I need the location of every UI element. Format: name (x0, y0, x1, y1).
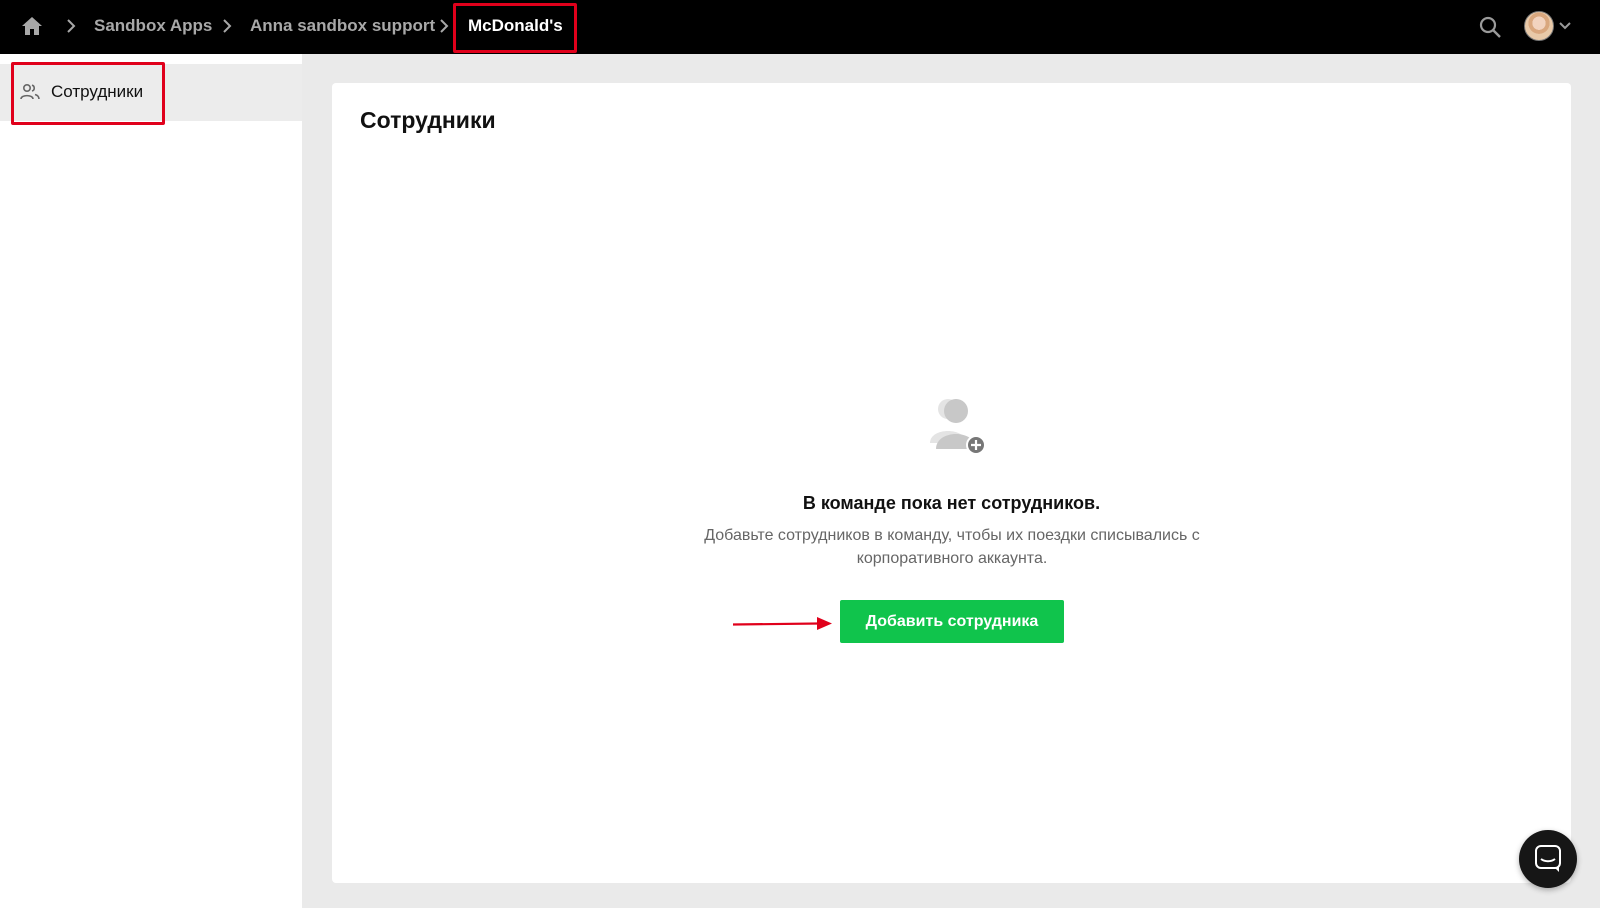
chevron-down-icon[interactable] (1558, 20, 1572, 32)
breadcrumb-current[interactable]: McDonald's (468, 16, 563, 36)
search-icon[interactable] (1478, 15, 1502, 39)
top-bar: Sandbox Apps Anna sandbox support McDona… (0, 0, 1600, 54)
empty-state-title: В команде пока нет сотрудников. (802, 493, 1101, 513)
home-icon[interactable] (20, 14, 44, 38)
page-title: Сотрудники (360, 107, 496, 133)
avatar[interactable] (1524, 11, 1554, 41)
chat-button[interactable] (1519, 830, 1577, 888)
breadcrumb-anna-sandbox-support[interactable]: Anna sandbox support (250, 16, 435, 36)
sidebar-item-label: Сотрудники (51, 82, 144, 101)
add-person-icon (930, 399, 986, 455)
chevron-right-icon (223, 19, 232, 33)
empty-state-description: Добавьте сотрудников в команду, чтобы их… (672, 524, 1232, 570)
chevron-right-icon (67, 19, 76, 33)
sidebar: Сотрудники (0, 54, 302, 908)
people-icon (20, 83, 40, 100)
add-employee-button[interactable]: Добавить сотрудника (840, 600, 1064, 643)
empty-state-description-line: корпоративного аккаунта. (856, 550, 1048, 567)
breadcrumb-sandbox-apps[interactable]: Sandbox Apps (94, 16, 212, 36)
empty-state-description-line: Добавьте сотрудников в команду, чтобы их… (704, 527, 1200, 544)
chat-icon (1535, 845, 1561, 872)
chevron-right-icon (440, 19, 449, 33)
sidebar-item-employees[interactable]: Сотрудники (0, 64, 302, 121)
main-card: Сотрудники В команде пока нет сотруднико… (332, 83, 1571, 883)
